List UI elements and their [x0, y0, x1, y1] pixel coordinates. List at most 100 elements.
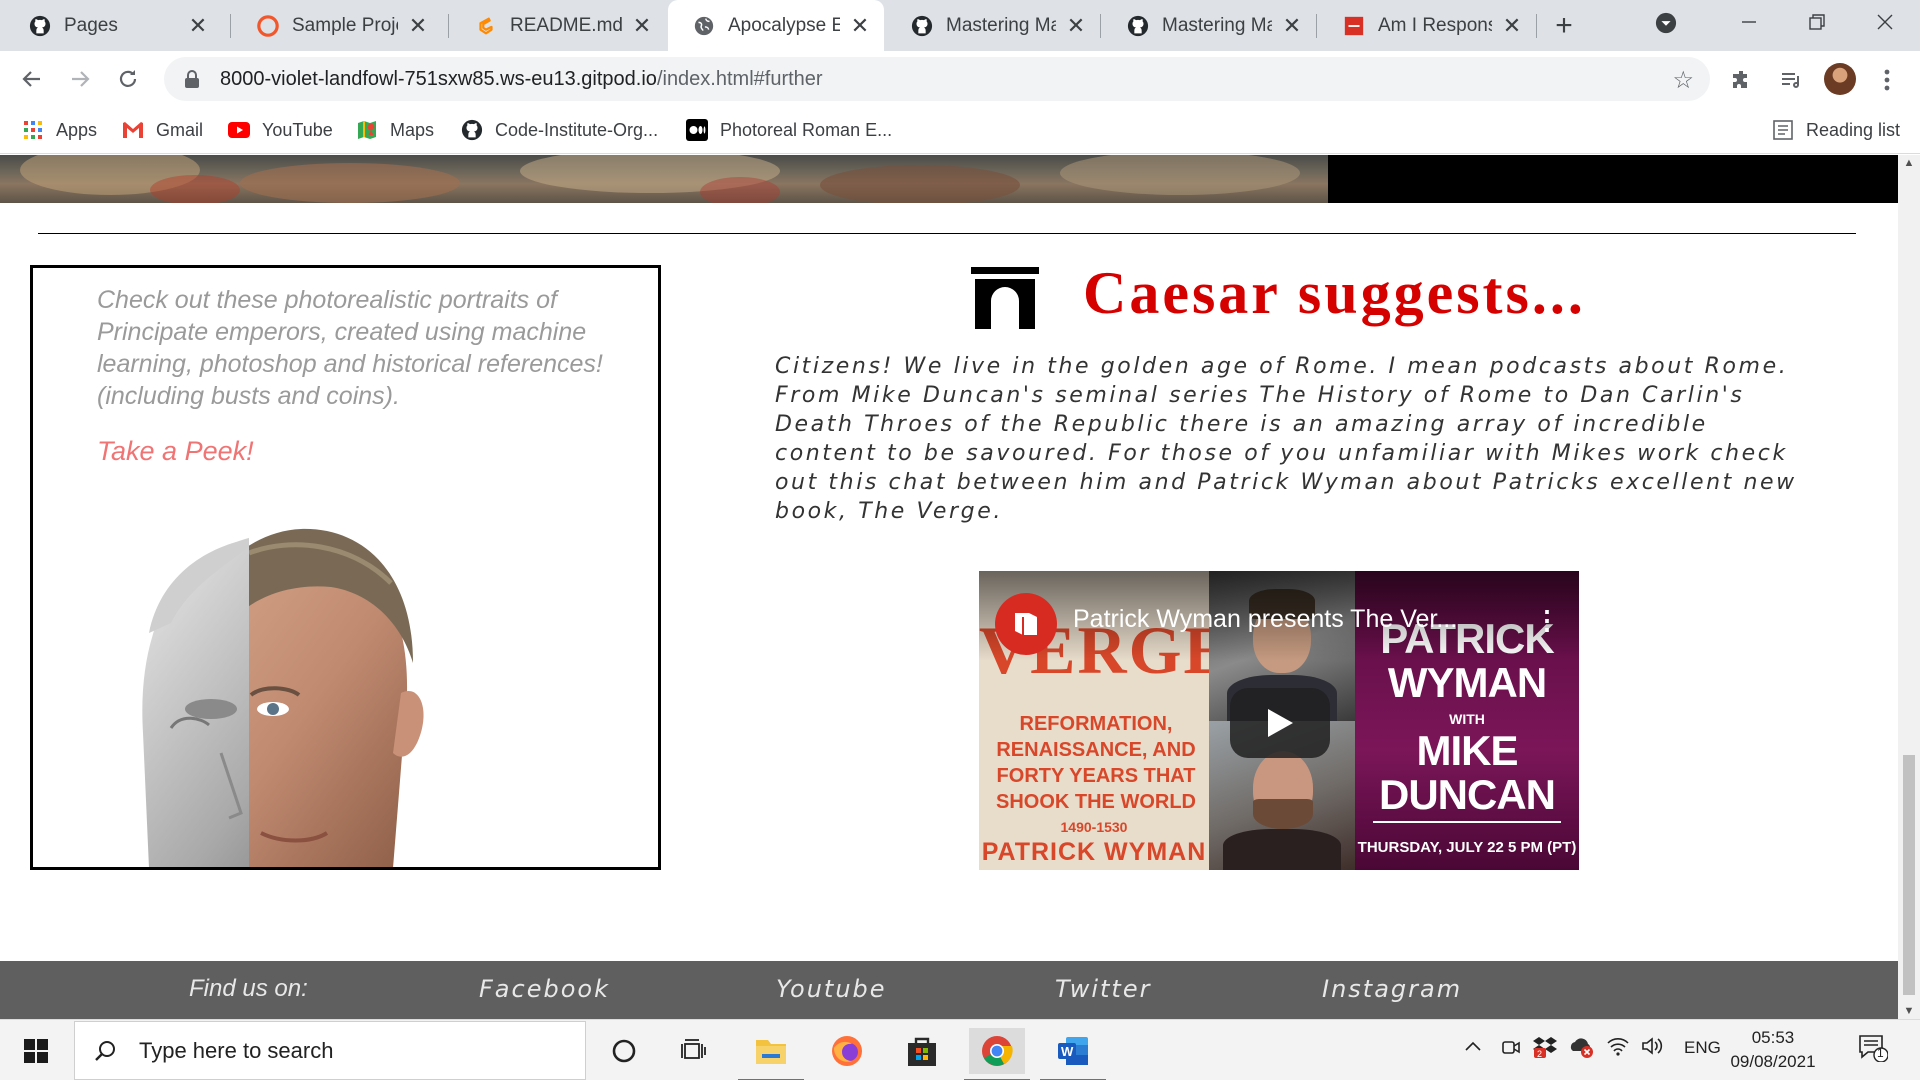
tab-search-button[interactable]	[1646, 6, 1686, 40]
close-icon[interactable]: ✕	[1500, 13, 1524, 38]
close-icon[interactable]: ✕	[1064, 13, 1088, 38]
new-tab-button[interactable]: +	[1548, 9, 1580, 42]
meet-now-icon[interactable]	[1500, 1036, 1522, 1063]
more-menu-icon[interactable]	[1872, 65, 1902, 95]
page-scrollbar[interactable]: ▲ ▼	[1898, 155, 1920, 1019]
cover-author: PATRICK WYMAN	[981, 838, 1207, 866]
task-view-button[interactable]	[672, 1028, 718, 1074]
arrow-left-icon	[22, 71, 40, 87]
section-divider	[38, 233, 1856, 234]
taskbar-clock[interactable]: 05:53 09/08/2021	[1728, 1026, 1818, 1074]
tab-pages[interactable]: Pages ✕	[4, 0, 222, 51]
bookmarks-bar: Apps Gmail YouTube Maps Code-Institute-O…	[0, 106, 1920, 154]
browser-toolbar: 8000-violet-landfowl-751sxw85.ws-eu13.gi…	[0, 51, 1920, 106]
twitter-link[interactable]: Twitter	[1055, 975, 1151, 1003]
firefox-button[interactable]	[824, 1028, 870, 1074]
notifications-button[interactable]: 1	[1858, 1034, 1889, 1067]
bookmark-code-institute[interactable]: Code-Institute-Org...	[461, 116, 658, 144]
back-button[interactable]	[14, 61, 50, 97]
extensions-icon[interactable]	[1726, 65, 1756, 95]
language-indicator[interactable]: ENG	[1684, 1038, 1721, 1058]
close-window-button[interactable]	[1850, 0, 1920, 44]
instagram-link[interactable]: Instagram	[1322, 975, 1462, 1003]
gitpod-icon	[474, 14, 498, 38]
arrow-right-icon	[72, 71, 90, 87]
reading-list-button[interactable]: Reading list	[1772, 116, 1900, 144]
close-icon	[1877, 14, 1893, 30]
video-title[interactable]: Patrick Wyman presents The Ver...	[1073, 605, 1457, 634]
promo-text: Check out these photorealistic portraits…	[97, 286, 603, 410]
channel-avatar[interactable]	[995, 593, 1057, 655]
youtube-link[interactable]: Youtube	[776, 975, 887, 1003]
tab-divider	[230, 14, 231, 38]
tab-readme[interactable]: README.md - ✕	[450, 0, 666, 51]
youtube-icon	[228, 119, 250, 141]
word-button[interactable]: W	[1040, 1028, 1106, 1080]
video-more-icon[interactable]: ⋮	[1534, 605, 1560, 636]
wifi-icon[interactable]	[1606, 1035, 1630, 1062]
cortana-button[interactable]	[601, 1028, 647, 1074]
profile-avatar[interactable]	[1824, 63, 1856, 95]
bookmark-apps[interactable]: Apps	[22, 116, 97, 144]
close-icon[interactable]: ✕	[630, 13, 654, 38]
close-icon[interactable]: ✕	[848, 13, 872, 38]
chevron-down-circle-icon	[1655, 12, 1677, 34]
github-icon	[28, 14, 52, 38]
minimize-button[interactable]	[1714, 0, 1784, 44]
bookmark-maps[interactable]: Maps	[356, 116, 434, 144]
reload-icon	[119, 70, 137, 87]
microsoft-store-button[interactable]	[899, 1028, 945, 1074]
find-us-label: Find us on:	[189, 975, 308, 1002]
tab-sample-project[interactable]: Sample Project ✕	[232, 0, 442, 51]
close-icon[interactable]: ✕	[1280, 13, 1304, 38]
facebook-link[interactable]: Facebook	[479, 975, 610, 1003]
close-icon[interactable]: ✕	[406, 13, 430, 38]
bookmark-photoreal[interactable]: Photoreal Roman E...	[686, 116, 892, 144]
tab-am-i-responsive[interactable]: Am I Responsiv ✕	[1318, 0, 1536, 51]
scrollbar-thumb[interactable]	[1903, 755, 1915, 995]
scroll-up-arrow-icon[interactable]: ▲	[1898, 155, 1920, 171]
svg-text:2: 2	[1537, 1049, 1542, 1059]
file-explorer-button[interactable]	[738, 1028, 804, 1080]
suggest-body-text: Citizens! We live in the golden age of R…	[775, 354, 1797, 524]
bookmark-star-icon[interactable]: ☆	[1672, 66, 1694, 95]
svg-text:W: W	[1061, 1044, 1074, 1059]
task-view-icon	[681, 1039, 706, 1059]
taskbar-search-box[interactable]: Type here to search	[74, 1021, 586, 1080]
poster-with: WITH	[1449, 711, 1485, 727]
reading-list-label: Reading list	[1806, 119, 1901, 140]
tab-mastering-markdown-2[interactable]: Mastering Mar ✕	[1102, 0, 1316, 51]
tab-title: README.md -	[510, 14, 622, 36]
tab-apocalypse-active[interactable]: Apocalypse Eur ✕	[668, 0, 884, 51]
tab-title: Mastering Mar	[946, 14, 1056, 36]
restore-button[interactable]	[1782, 0, 1852, 44]
scroll-down-arrow-icon[interactable]: ▼	[1898, 1003, 1920, 1019]
cover-years: 1490-1530	[1060, 819, 1128, 835]
portraits-promo-card: Check out these photorealistic portraits…	[30, 265, 661, 870]
take-a-peek-link[interactable]: Take a Peek!	[97, 436, 254, 467]
bookmark-gmail[interactable]: Gmail	[122, 116, 203, 144]
dropbox-icon[interactable]: 2	[1532, 1035, 1558, 1064]
bookmark-label: Apps	[56, 119, 98, 140]
onedrive-error-icon[interactable]	[1568, 1035, 1594, 1064]
bookmark-youtube[interactable]: YouTube	[228, 116, 333, 144]
clock-date: 09/08/2021	[1730, 1052, 1816, 1071]
youtube-video-embed[interactable]: VERGE REFORMATION, RENAISSANCE, AND FORT…	[979, 571, 1579, 870]
tab-divider	[1100, 14, 1101, 38]
play-button[interactable]	[1230, 688, 1330, 758]
media-control-icon[interactable]	[1776, 65, 1806, 95]
address-bar[interactable]: 8000-violet-landfowl-751sxw85.ws-eu13.gi…	[164, 57, 1710, 101]
tab-mastering-markdown-1[interactable]: Mastering Mar ✕	[886, 0, 1100, 51]
chrome-button[interactable]	[964, 1028, 1030, 1080]
reload-button[interactable]	[110, 61, 146, 97]
forward-button[interactable]	[62, 61, 98, 97]
close-icon[interactable]: ✕	[186, 13, 210, 38]
show-hidden-icons[interactable]	[1464, 1038, 1482, 1058]
firefox-icon	[832, 1036, 862, 1066]
bookmark-label: Code-Institute-Org...	[495, 119, 659, 140]
medium-icon	[686, 119, 708, 141]
folder-icon	[756, 1040, 786, 1064]
start-button[interactable]	[14, 1034, 58, 1068]
poster-date: THURSDAY, JULY 22 5 PM (PT)	[1357, 839, 1577, 856]
volume-icon[interactable]	[1640, 1035, 1664, 1062]
